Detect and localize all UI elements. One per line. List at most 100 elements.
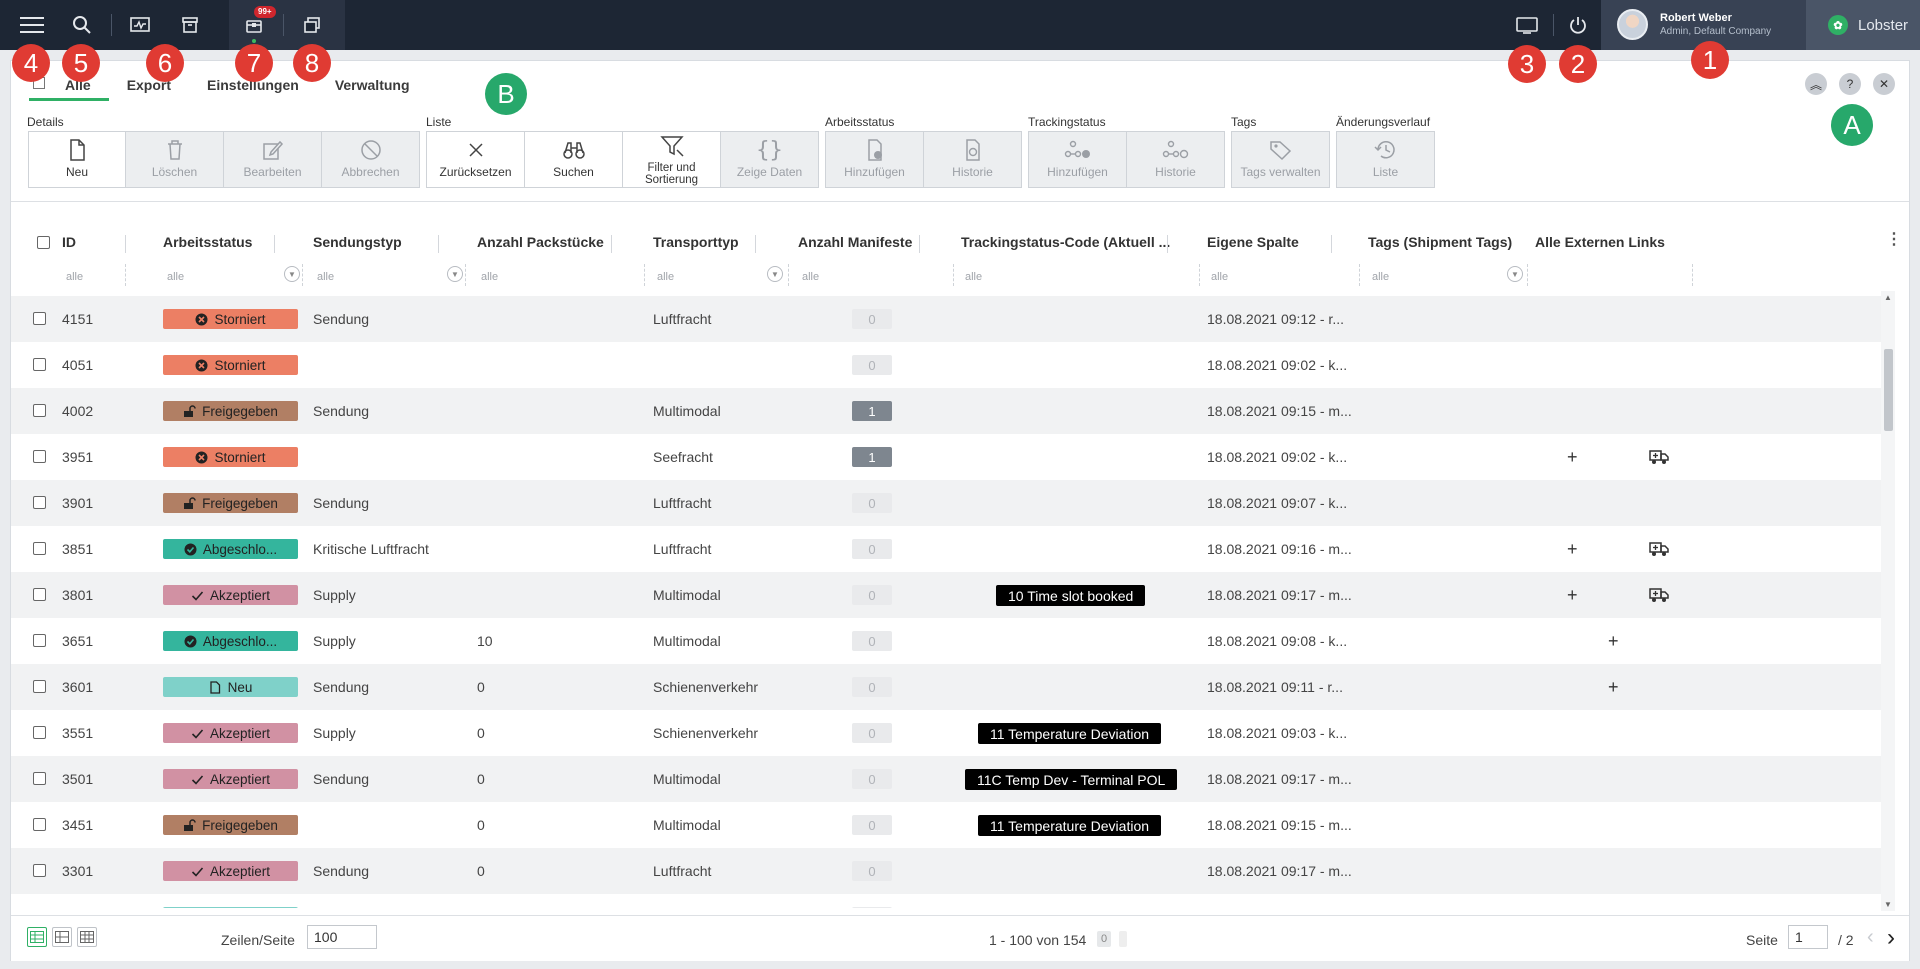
new-button[interactable]: Neu bbox=[28, 131, 126, 188]
column-header-arbeitsstatus[interactable]: Arbeitsstatus bbox=[163, 234, 252, 250]
status-badge[interactable]: Freigegeben bbox=[163, 401, 298, 421]
chevron-down-icon[interactable]: ▼ bbox=[447, 266, 463, 282]
row-checkbox[interactable] bbox=[33, 772, 46, 785]
grid-view-icon[interactable] bbox=[77, 927, 97, 947]
edit-button[interactable]: Bearbeiten bbox=[223, 131, 322, 188]
filter-tags[interactable]: alle bbox=[1372, 271, 1389, 283]
trackingstatus-history-button[interactable]: Historie bbox=[1126, 131, 1225, 188]
table-row[interactable]: 3251 Neu Supply Luftfracht 0 18.08.2021 09:11… bbox=[11, 894, 1881, 908]
scrollbar-thumb[interactable] bbox=[1884, 349, 1893, 431]
status-badge[interactable]: Akzeptiert bbox=[163, 769, 298, 789]
archive-icon[interactable] bbox=[166, 0, 214, 50]
status-badge[interactable]: Neu bbox=[163, 677, 298, 697]
trackingstatus-add-button[interactable]: Hinzufügen bbox=[1028, 131, 1127, 188]
filter-id[interactable]: alle bbox=[66, 271, 83, 283]
status-badge[interactable]: Abgeschlo... bbox=[163, 539, 298, 559]
filter-arbeitsstatus[interactable]: alle bbox=[167, 271, 184, 283]
row-checkbox[interactable] bbox=[33, 358, 46, 371]
status-badge[interactable]: Freigegeben bbox=[163, 815, 298, 835]
truck-icon[interactable] bbox=[1649, 587, 1669, 606]
scroll-up-icon[interactable]: ▲ bbox=[1884, 293, 1892, 302]
rows-per-page-input[interactable] bbox=[307, 925, 377, 949]
status-badge[interactable]: Akzeptiert bbox=[163, 861, 298, 881]
status-badge[interactable]: Akzeptiert bbox=[163, 585, 298, 605]
add-link-icon[interactable]: + bbox=[1608, 618, 1619, 664]
row-checkbox[interactable] bbox=[33, 404, 46, 417]
table-row[interactable]: 4051 Storniert 0 18.08.2021 09:02 - k... bbox=[11, 342, 1881, 388]
menu-icon[interactable] bbox=[8, 0, 56, 50]
filter-eigene-spalte[interactable]: alle bbox=[1211, 271, 1228, 283]
table-row[interactable]: 3451 Freigegeben 0 Multimodal 0 11 Temperatur… bbox=[11, 802, 1881, 848]
vertical-scrollbar[interactable]: ▲ ▼ bbox=[1881, 291, 1895, 911]
table-row[interactable]: 3651 Abgeschlo... Supply 10 Multimodal 0 18.08… bbox=[11, 618, 1881, 664]
filter-manifeste[interactable]: alle bbox=[802, 271, 819, 283]
row-checkbox[interactable] bbox=[33, 634, 46, 647]
row-checkbox[interactable] bbox=[33, 726, 46, 739]
cancel-button[interactable]: Abbrechen bbox=[321, 131, 420, 188]
table-row[interactable]: 3901 Freigegeben Sendung Luftfracht 0 18.08.2… bbox=[11, 480, 1881, 526]
help-button[interactable]: ? bbox=[1839, 73, 1861, 95]
status-badge[interactable]: Storniert bbox=[163, 447, 298, 467]
table-row[interactable]: 3801 Akzeptiert Supply Multimodal 0 10 Time s… bbox=[11, 572, 1881, 618]
brand-area[interactable]: ✿ Lobster bbox=[1806, 0, 1920, 50]
add-link-icon[interactable]: + bbox=[1567, 526, 1578, 572]
split-view-icon[interactable] bbox=[52, 927, 72, 947]
next-page-icon[interactable]: › bbox=[1887, 924, 1895, 952]
status-badge[interactable]: Abgeschlo... bbox=[163, 631, 298, 651]
collapse-button[interactable]: ︽ bbox=[1805, 73, 1827, 95]
scroll-down-icon[interactable]: ▼ bbox=[1884, 900, 1892, 909]
tab-verwaltung[interactable]: Verwaltung bbox=[317, 71, 428, 101]
column-header-transporttyp[interactable]: Transporttyp bbox=[653, 234, 739, 250]
row-checkbox[interactable] bbox=[33, 588, 46, 601]
delete-button[interactable]: Löschen bbox=[125, 131, 224, 188]
table-row[interactable]: 3601 Neu Sendung 0 Schienenverkehr 0 18.08.202… bbox=[11, 664, 1881, 710]
avatar[interactable] bbox=[1617, 9, 1648, 40]
table-row[interactable]: 3951 Storniert Seefracht 1 18.08.2021 09:02 … bbox=[11, 434, 1881, 480]
row-checkbox[interactable] bbox=[33, 542, 46, 555]
status-badge[interactable]: Akzeptiert bbox=[163, 723, 298, 743]
table-row[interactable]: 3851 Abgeschlo... Kritische Luftfracht Luft… bbox=[11, 526, 1881, 572]
search-icon[interactable] bbox=[58, 0, 106, 50]
table-row[interactable]: 4002 Freigegeben Sendung Multimodal 1 18.08.2… bbox=[11, 388, 1881, 434]
row-checkbox[interactable] bbox=[33, 680, 46, 693]
prev-page-icon[interactable]: ‹ bbox=[1867, 926, 1874, 949]
workstatus-add-button[interactable]: Hinzufügen bbox=[825, 131, 924, 188]
monitoring-icon[interactable] bbox=[116, 0, 164, 50]
windows-icon[interactable] bbox=[288, 0, 336, 50]
row-checkbox[interactable] bbox=[33, 818, 46, 831]
status-badge[interactable]: Neu bbox=[163, 907, 298, 908]
column-header-packstuecke[interactable]: Anzahl Packstücke bbox=[477, 234, 604, 250]
status-badge[interactable]: Storniert bbox=[163, 309, 298, 329]
table-row[interactable]: 3301 Akzeptiert Sendung 0 Luftfracht 0 18.08.2… bbox=[11, 848, 1881, 894]
filter-sort-button[interactable]: Filter und Sortierung bbox=[622, 131, 721, 188]
column-header-manifeste[interactable]: Anzahl Manifeste bbox=[798, 234, 912, 250]
column-menu-icon[interactable]: ⋮ bbox=[1886, 229, 1902, 249]
row-checkbox[interactable] bbox=[33, 450, 46, 463]
column-header-external-links[interactable]: Alle Externen Links bbox=[1535, 234, 1665, 250]
chevron-down-icon[interactable]: ▼ bbox=[1507, 266, 1523, 282]
show-data-button[interactable]: {} Zeige Daten bbox=[720, 131, 819, 188]
column-header-sendungstyp[interactable]: Sendungstyp bbox=[313, 234, 402, 250]
filter-packstuecke[interactable]: alle bbox=[481, 271, 498, 283]
add-link-icon[interactable]: + bbox=[1567, 434, 1578, 480]
list-view-icon[interactable] bbox=[27, 927, 47, 947]
row-checkbox[interactable] bbox=[33, 312, 46, 325]
column-header-id[interactable]: ID bbox=[62, 234, 76, 250]
truck-icon[interactable] bbox=[1649, 541, 1669, 560]
power-icon[interactable] bbox=[1554, 0, 1602, 50]
filter-tracking[interactable]: alle bbox=[965, 271, 982, 283]
close-button[interactable]: ✕ bbox=[1873, 73, 1895, 95]
workstatus-history-button[interactable]: Historie bbox=[923, 131, 1022, 188]
manage-tags-button[interactable]: Tags verwalten bbox=[1231, 131, 1330, 188]
display-icon[interactable] bbox=[1503, 0, 1551, 50]
filter-sendungstyp[interactable]: alle bbox=[317, 271, 334, 283]
add-link-icon[interactable]: + bbox=[1567, 572, 1578, 618]
reset-button[interactable]: Zurücksetzen bbox=[426, 131, 525, 188]
table-row[interactable]: 4151 Storniert Sendung Luftfracht 0 18.08.202… bbox=[11, 296, 1881, 342]
table-row[interactable]: 3551 Akzeptiert Supply 0 Schienenverkehr 0 11 … bbox=[11, 710, 1881, 756]
chevron-down-icon[interactable]: ▼ bbox=[767, 266, 783, 282]
truck-icon[interactable] bbox=[1649, 449, 1669, 468]
page-input[interactable] bbox=[1788, 925, 1828, 949]
search-button[interactable]: Suchen bbox=[524, 131, 623, 188]
row-checkbox[interactable] bbox=[33, 496, 46, 509]
